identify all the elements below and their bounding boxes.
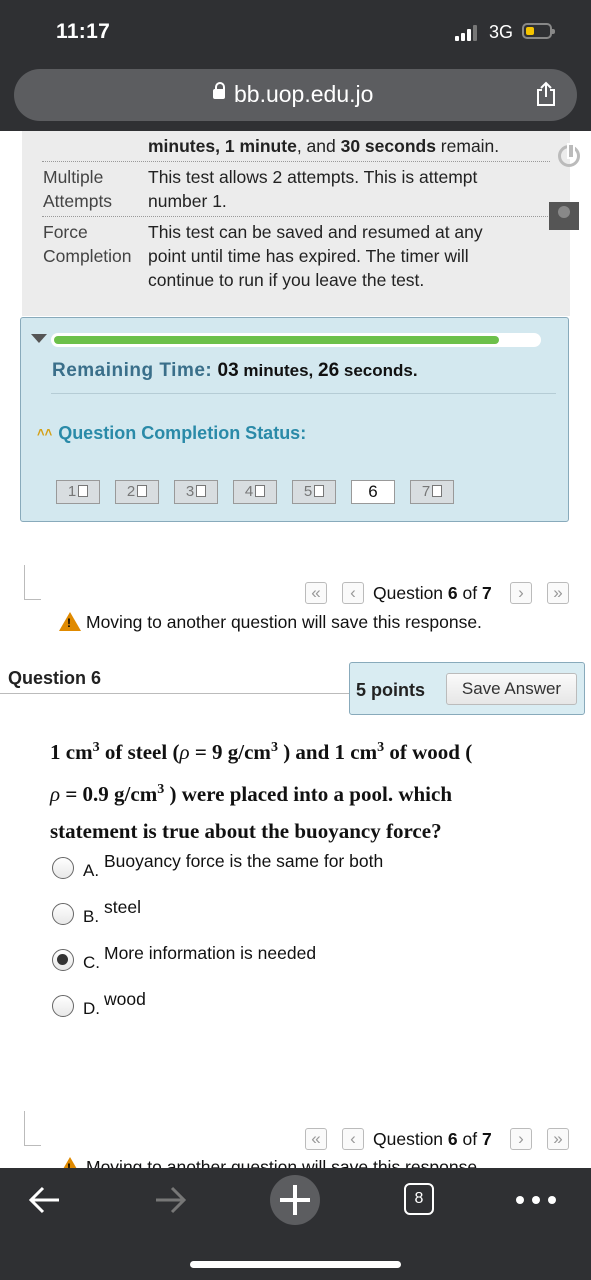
force-completion-label: Force Completion — [43, 222, 132, 266]
nav-connector-icon — [24, 565, 41, 600]
force-completion-value: This test can be saved and resumed at an… — [148, 222, 483, 290]
new-tab-button[interactable] — [270, 1175, 320, 1225]
question-completion-status[interactable]: ˄˄ Question Completion Status: — [37, 423, 306, 444]
option-text: wood — [104, 989, 146, 1009]
option-letter: D. — [83, 999, 100, 1018]
question-points: 5 points — [356, 680, 426, 700]
option-letter: A. — [83, 861, 100, 880]
timer-panel: Remaining Time: 03 minutes, 26 seconds. … — [20, 317, 569, 522]
document-icon — [432, 485, 443, 497]
warning-icon — [59, 1157, 81, 1168]
points-box: 5 points Save Answer — [349, 662, 585, 715]
browser-toolbar: 8 — [0, 1168, 591, 1280]
collapse-triangle-icon[interactable] — [31, 334, 47, 343]
remaining-time: Remaining Time: 03 minutes, 26 seconds. — [52, 360, 418, 381]
previous-question-button[interactable]: ‹ — [342, 1128, 364, 1150]
plus-icon — [280, 1185, 310, 1215]
double-chevron-up-icon: ˄˄ — [37, 425, 53, 440]
network-type: 3G — [489, 22, 514, 42]
document-icon — [255, 485, 266, 497]
question-status-button-5[interactable]: 5 — [292, 480, 336, 504]
option-letter: B. — [83, 907, 100, 926]
previous-question-button[interactable]: ‹ — [342, 582, 364, 604]
save-warning: Moving to another question will save thi… — [86, 1157, 482, 1168]
signal-icon — [455, 25, 481, 41]
url-text: bb.uop.edu.jo — [234, 81, 374, 107]
attempts-value: This test allows 2 attempts. This is att… — [148, 167, 478, 211]
forward-arrow-icon[interactable] — [152, 1182, 188, 1218]
tabs-button[interactable]: 8 — [404, 1183, 434, 1215]
radio-button[interactable] — [52, 995, 74, 1017]
back-arrow-icon[interactable] — [27, 1182, 63, 1218]
more-icon[interactable] — [516, 1196, 556, 1204]
document-icon — [196, 485, 207, 497]
option-text: steel — [104, 897, 141, 917]
document-icon — [78, 485, 89, 497]
document-icon — [314, 485, 325, 497]
save-answer-button[interactable]: Save Answer — [446, 673, 577, 705]
question-status-button-3[interactable]: 3 — [174, 480, 218, 504]
question-status-button-2[interactable]: 2 — [115, 480, 159, 504]
share-icon[interactable] — [535, 81, 557, 107]
home-indicator — [190, 1261, 401, 1268]
status-bar: 11:17 3G — [0, 0, 591, 64]
question-position: Question 6 of 7 — [373, 583, 492, 603]
lock-icon — [213, 82, 225, 99]
test-info-box: minutes, 1 minute, and 30 seconds remain… — [22, 131, 570, 316]
time-progress-fill — [54, 336, 499, 344]
warning-icon — [59, 612, 81, 631]
question-status-button-6[interactable]: 6 — [351, 480, 395, 504]
address-bar[interactable]: bb.uop.edu.jo — [14, 69, 577, 121]
clock: 11:17 — [56, 20, 111, 43]
question-text: 1 cm3 of steel (ρ = 9 g/cm3 ) and 1 cm3 … — [50, 740, 473, 843]
page-content: minutes, 1 minute, and 30 seconds remain… — [0, 131, 591, 1168]
option-text: Buoyancy force is the same for both — [104, 851, 384, 871]
power-icon[interactable] — [558, 143, 580, 167]
first-question-button[interactable]: « — [305, 1128, 327, 1150]
option-text: More information is needed — [104, 943, 317, 963]
next-question-button[interactable]: › — [510, 1128, 532, 1150]
question-position: Question 6 of 7 — [373, 1129, 492, 1149]
attempts-label: Multiple Attempts — [43, 167, 113, 211]
nav-connector-icon — [24, 1111, 41, 1146]
question-status-button-7[interactable]: 7 — [410, 480, 454, 504]
time-progress-bar — [51, 333, 541, 347]
user-avatar-icon[interactable] — [549, 202, 579, 230]
last-question-button[interactable]: » — [547, 1128, 569, 1150]
option-letter: C. — [83, 953, 100, 972]
timer-remaining-text: minutes, 1 minute, and 30 seconds remain… — [148, 136, 500, 156]
document-icon — [137, 485, 148, 497]
radio-button[interactable] — [52, 903, 74, 925]
battery-icon — [522, 23, 555, 39]
radio-button[interactable] — [52, 857, 74, 879]
question-status-button-1[interactable]: 1 — [56, 480, 100, 504]
last-question-button[interactable]: » — [547, 582, 569, 604]
first-question-button[interactable]: « — [305, 582, 327, 604]
question-status-button-4[interactable]: 4 — [233, 480, 277, 504]
next-question-button[interactable]: › — [510, 582, 532, 604]
question-title: Question 6 — [8, 668, 102, 688]
save-warning: Moving to another question will save thi… — [86, 612, 482, 632]
radio-button[interactable] — [52, 949, 74, 971]
